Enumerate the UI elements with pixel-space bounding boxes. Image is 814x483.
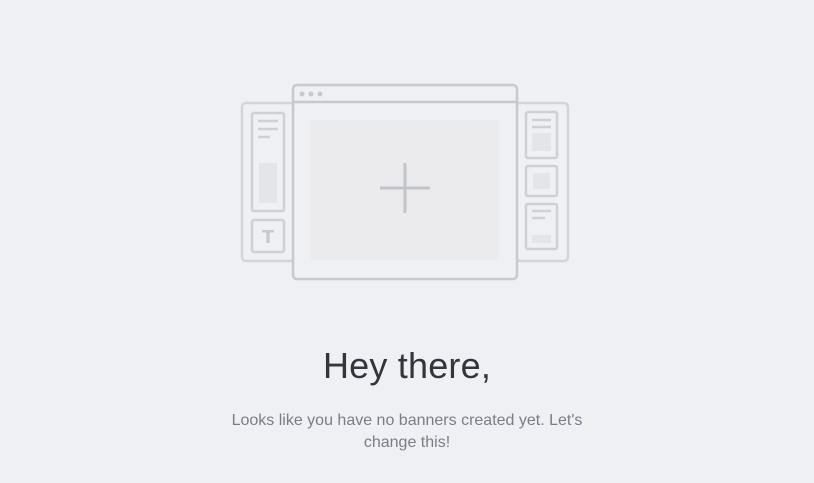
window-dot-icon xyxy=(317,91,323,97)
empty-state-text: Hey there, Looks like you have no banner… xyxy=(0,340,814,454)
banner-editor-illustration: T xyxy=(240,83,570,281)
empty-state-page: T Hey there, Looks like you have no bann… xyxy=(0,0,814,483)
window-dot-icon xyxy=(299,91,305,97)
right-panel xyxy=(514,101,570,263)
left-panel: T xyxy=(240,101,296,263)
window-dot-icon xyxy=(308,91,314,97)
empty-state-message: Looks like you have no banners created y… xyxy=(231,412,583,451)
empty-state-title: Hey there, xyxy=(322,345,492,386)
illustration-svg: T xyxy=(240,83,570,281)
browser-window xyxy=(291,83,519,281)
text-tool-glyph: T xyxy=(262,227,275,248)
